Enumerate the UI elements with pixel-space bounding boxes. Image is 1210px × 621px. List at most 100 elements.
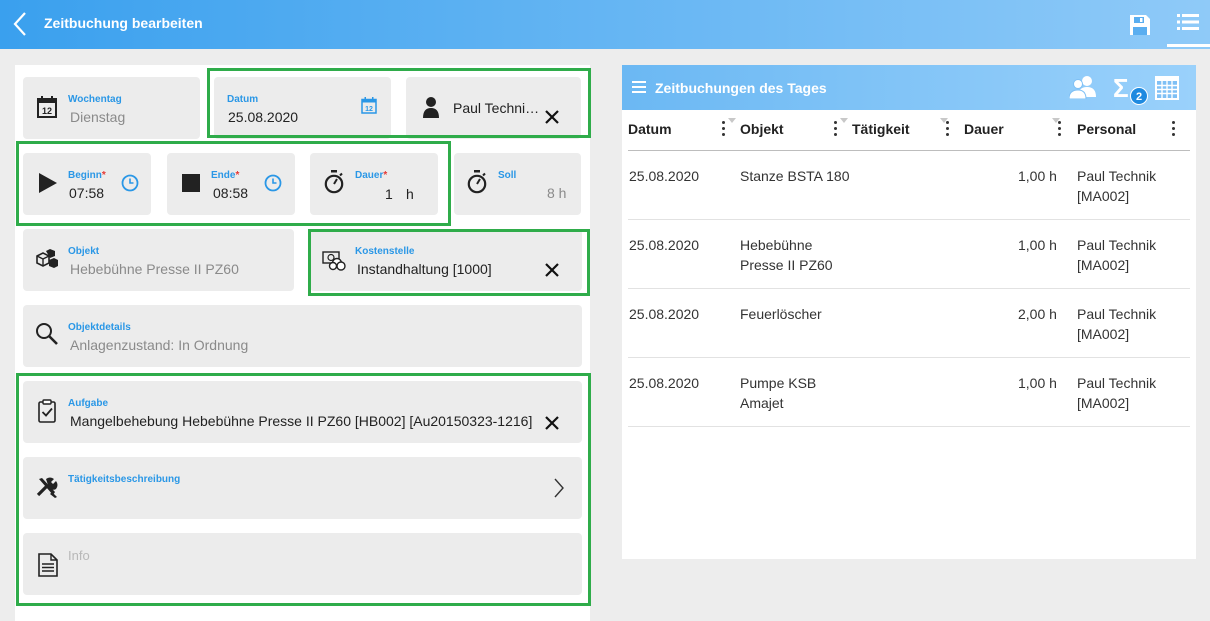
- clock-icon[interactable]: [121, 174, 139, 192]
- objektdetails-field[interactable]: Objektdetails Anlagenzustand: In Ordnung: [23, 305, 582, 367]
- column-menu-icon[interactable]: [1058, 121, 1062, 137]
- wochentag-field[interactable]: 12 Wochentag Dienstag: [23, 77, 200, 139]
- cell-objekt: Hebebühne Presse II PZ60: [740, 237, 833, 273]
- back-button[interactable]: [10, 10, 34, 38]
- datum-value: 25.08.2020: [228, 109, 299, 125]
- save-icon: [1130, 15, 1150, 35]
- column-header-dauer[interactable]: Dauer: [964, 121, 1004, 137]
- cell-personal: Paul Technik [MA002]: [1077, 168, 1157, 204]
- ende-field[interactable]: Ende* 08:58: [167, 153, 295, 215]
- dauer-field[interactable]: Dauer* 1 h: [310, 153, 438, 215]
- person-icon: [423, 97, 439, 118]
- cell-personal: Paul Technik [MA002]: [1077, 375, 1157, 411]
- calendar-icon: 12: [37, 96, 57, 118]
- dauer-label: Dauer*: [355, 170, 388, 181]
- list-view-button[interactable]: [1167, 0, 1210, 49]
- taetigkeitsbeschreibung-label: Tätigkeitsbeschreibung: [68, 474, 181, 485]
- active-tab-indicator: [1167, 44, 1210, 47]
- column-menu-icon[interactable]: [1172, 121, 1176, 137]
- table-row[interactable]: 25.08.2020 Feuerlöscher 2,00 h Paul Tech…: [628, 289, 1190, 358]
- daily-bookings-panel: Zeitbuchungen des Tages Σ 2 Datum Objekt…: [622, 65, 1196, 559]
- wochentag-label: Wochentag: [68, 94, 122, 105]
- play-icon: [39, 173, 57, 193]
- stopwatch-icon: [324, 170, 344, 194]
- objekt-label: Objekt: [68, 246, 100, 257]
- column-header-personal[interactable]: Personal: [1077, 121, 1136, 137]
- page-title: Zeitbuchung bearbeiten: [44, 15, 203, 31]
- beginn-value: 07:58: [69, 185, 105, 201]
- close-icon[interactable]: [544, 109, 560, 125]
- cell-datum: 25.08.2020: [629, 375, 700, 391]
- info-placeholder: Info: [68, 548, 90, 563]
- kostenstelle-field[interactable]: Kostenstelle Instandhaltung [1000]: [310, 229, 582, 291]
- sort-indicator-icon: [840, 118, 848, 123]
- aufgabe-value: Mangelbehebung Hebebühne Presse II PZ60 …: [70, 413, 533, 429]
- beginn-field[interactable]: Beginn* 07:58: [23, 153, 151, 215]
- cell-dauer: 1,00 h: [1018, 237, 1057, 253]
- objekt-field[interactable]: Objekt Hebebühne Presse II PZ60: [23, 229, 294, 291]
- soll-label: Soll: [498, 170, 517, 181]
- soll-value: 8 h: [547, 185, 567, 201]
- table-row[interactable]: 25.08.2020 Hebebühne Presse II PZ60 1,00 …: [628, 220, 1190, 289]
- chevron-right-icon: [554, 478, 564, 498]
- magnifier-icon: [36, 323, 58, 345]
- cell-datum: 25.08.2020: [629, 168, 700, 184]
- cell-dauer: 1,00 h: [1018, 168, 1057, 184]
- cell-objekt: Pumpe KSB Amajet: [740, 375, 817, 411]
- cost-center-icon: [322, 251, 346, 271]
- cubes-icon: [36, 249, 58, 268]
- list-icon: [1177, 14, 1199, 30]
- column-header-taetigkeit[interactable]: Tätigkeit: [852, 121, 910, 137]
- soll-field: Soll 8 h: [454, 153, 581, 215]
- stop-icon: [182, 174, 200, 192]
- aufgabe-label: Aufgabe: [68, 398, 108, 409]
- column-header-objekt[interactable]: Objekt: [740, 121, 784, 137]
- column-menu-icon[interactable]: [834, 121, 838, 137]
- sigma-icon[interactable]: Σ: [1113, 73, 1129, 104]
- column-header-datum[interactable]: Datum: [628, 121, 672, 137]
- cell-personal: Paul Technik [MA002]: [1077, 237, 1157, 273]
- table-icon[interactable]: [1155, 76, 1179, 100]
- datum-field[interactable]: Datum 25.08.2020 12: [214, 77, 391, 139]
- document-icon: [38, 553, 58, 577]
- sort-indicator-icon: [1052, 118, 1060, 123]
- cell-datum: 25.08.2020: [629, 306, 700, 322]
- cell-objekt: Feuerlöscher: [740, 306, 822, 322]
- people-icon[interactable]: [1069, 75, 1097, 99]
- beginn-label: Beginn*: [68, 170, 106, 181]
- wochentag-value: Dienstag: [70, 109, 126, 125]
- taetigkeitsbeschreibung-field[interactable]: Tätigkeitsbeschreibung: [23, 457, 582, 519]
- kostenstelle-label: Kostenstelle: [355, 246, 415, 257]
- datum-label: Datum: [227, 94, 259, 105]
- close-icon[interactable]: [544, 262, 560, 278]
- tools-icon: [36, 477, 58, 498]
- dauer-unit: h: [406, 186, 414, 202]
- personal-field[interactable]: Paul Techni…: [406, 77, 581, 139]
- cell-dauer: 2,00 h: [1018, 306, 1057, 322]
- column-menu-icon[interactable]: [722, 121, 726, 137]
- save-button[interactable]: [1128, 13, 1152, 37]
- sort-indicator-icon: [728, 118, 736, 123]
- stopwatch-icon: [467, 170, 487, 194]
- panel-header: Zeitbuchungen des Tages Σ 2: [622, 65, 1196, 110]
- column-menu-icon[interactable]: [946, 121, 950, 137]
- svg-text:12: 12: [42, 106, 52, 116]
- table-row[interactable]: 25.08.2020 Pumpe KSB Amajet 1,00 h Paul T…: [628, 358, 1190, 427]
- info-field[interactable]: Info: [23, 533, 582, 595]
- calendar-icon[interactable]: 12: [361, 97, 377, 114]
- chevron-left-icon: [13, 12, 26, 36]
- close-icon[interactable]: [544, 415, 560, 431]
- cell-datum: 25.08.2020: [629, 237, 700, 253]
- table-row[interactable]: 25.08.2020 Stanze BSTA 180 1,00 h Paul T…: [628, 151, 1190, 220]
- ende-value: 08:58: [213, 185, 249, 201]
- ende-label: Ende*: [211, 170, 240, 181]
- sum-badge: 2: [1130, 87, 1148, 105]
- clipboard-check-icon: [38, 399, 56, 423]
- aufgabe-field[interactable]: Aufgabe Mangelbehebung Hebebühne Presse …: [23, 381, 582, 443]
- clock-icon[interactable]: [264, 174, 282, 192]
- svg-text:12: 12: [365, 106, 373, 113]
- edit-form-panel: 12 Wochentag Dienstag Datum 25.08.2020 1…: [15, 65, 590, 621]
- hamburger-icon[interactable]: [632, 81, 646, 93]
- dauer-value: 1: [385, 186, 393, 202]
- personal-value: Paul Techni…: [453, 100, 540, 116]
